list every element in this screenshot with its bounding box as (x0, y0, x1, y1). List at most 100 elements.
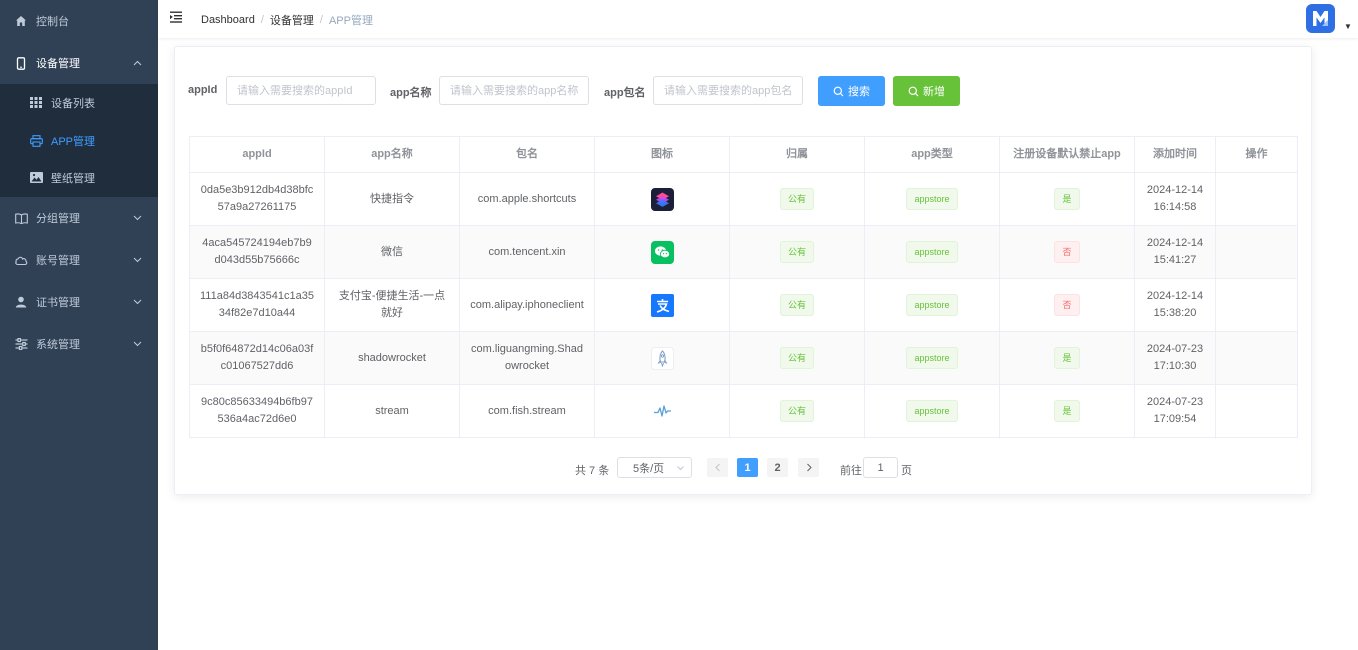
forbid-cell: 是 (999, 172, 1135, 226)
app-package-search-input[interactable] (653, 76, 803, 105)
add-time-cell: 2024-12-14 15:41:27 (1134, 225, 1216, 279)
sidebar-item-label: APP管理 (51, 135, 96, 148)
sidebar: 控制台 设备管理 设备列表 APP管理 壁纸管理 分组管理 账号管理 证书管理 … (0, 0, 158, 650)
app-type-cell: appstore (864, 172, 1000, 226)
app-name-label: app名称 (390, 87, 432, 99)
actions-cell (1215, 172, 1298, 226)
page-2-button[interactable]: 2 (767, 458, 788, 477)
sidebar-item-certificate-management[interactable]: 证书管理 (0, 281, 158, 323)
owner-tag: 公有 (779, 347, 814, 369)
next-page-button[interactable] (798, 458, 819, 477)
chevron-down-icon (676, 462, 685, 477)
owner-cell: 公有 (729, 225, 865, 279)
appid-cell: 111a84d3843541c1a3534f82e7d10a44 (189, 278, 325, 332)
forbid-cell: 否 (999, 278, 1135, 332)
column-header-default-forbid: 注册设备默认禁止app (999, 136, 1135, 173)
sidebar-item-device-list[interactable]: 设备列表 (0, 84, 158, 121)
sidebar-item-account-management[interactable]: 账号管理 (0, 239, 158, 281)
icon-cell (594, 225, 730, 279)
forbid-cell: 是 (999, 384, 1135, 438)
page-1-button[interactable]: 1 (737, 458, 758, 477)
icon-cell (594, 172, 730, 226)
actions-cell (1215, 384, 1298, 438)
page-suffix-label: 页 (901, 465, 912, 477)
owner-cell: 公有 (729, 331, 865, 385)
actions-cell (1215, 331, 1298, 385)
column-header-icon: 图标 (594, 136, 730, 173)
chevron-down-icon (133, 296, 142, 308)
cloud-icon (14, 253, 28, 267)
app-type-cell: appstore (864, 331, 1000, 385)
table-header-row: appId app名称 包名 图标 归属 app类型 注册设备默认禁止app 添… (189, 136, 1298, 173)
appid-cell: 0da5e3b912db4d38bfc57a9a27261175 (189, 172, 325, 226)
stream-icon (651, 400, 674, 423)
page-size-select[interactable]: 5条/页 (617, 457, 692, 478)
hamburger-icon[interactable] (170, 11, 184, 25)
column-header-package: 包名 (459, 136, 595, 173)
user-icon (14, 295, 28, 309)
chevron-down-icon (133, 212, 142, 224)
app-name-search-input[interactable] (439, 76, 589, 105)
package-cell: com.tencent.xin (459, 225, 595, 279)
shortcuts-icon (650, 187, 674, 211)
breadcrumb-dashboard[interactable]: Dashboard (201, 14, 255, 26)
column-header-appid: appId (189, 136, 325, 173)
sidebar-item-app-management[interactable]: APP管理 (0, 122, 158, 159)
sidebar-item-label: 设备列表 (51, 97, 95, 110)
appid-search-input[interactable] (226, 76, 376, 105)
sidebar-item-label: 系统管理 (36, 339, 80, 351)
table-row: b5f0f64872d14c06a03fc01067527dd6 shadowr… (189, 331, 1298, 385)
app-name-cell: 微信 (324, 225, 460, 279)
app-name-cell: 支付宝-便捷生活-一点就好 (324, 278, 460, 332)
sidebar-item-wallpaper-management[interactable]: 壁纸管理 (0, 159, 158, 196)
add-button[interactable]: 新增 (893, 76, 960, 106)
forbid-cell: 是 (999, 331, 1135, 385)
grid-icon (29, 96, 43, 110)
column-header-add-time: 添加时间 (1134, 136, 1216, 173)
sidebar-item-dashboard[interactable]: 控制台 (0, 0, 158, 42)
top-navbar: Dashboard / 设备管理 / APP管理 ▼ (158, 0, 1358, 38)
app-type-tag: appstore (906, 400, 958, 422)
sidebar-item-label: 账号管理 (36, 255, 80, 267)
breadcrumb: Dashboard / 设备管理 / APP管理 (201, 12, 373, 28)
search-button[interactable]: 搜索 (818, 76, 885, 106)
forbid-tag: 否 (1054, 294, 1080, 316)
breadcrumb-separator: / (260, 14, 264, 26)
owner-tag: 公有 (779, 294, 814, 316)
caret-down-icon[interactable]: ▼ (1344, 22, 1352, 31)
sidebar-item-system-management[interactable]: 系统管理 (0, 323, 158, 365)
phone-icon (14, 56, 28, 70)
forbid-tag: 是 (1054, 188, 1080, 210)
forbid-tag: 是 (1054, 347, 1080, 369)
app-name-cell: stream (324, 384, 460, 438)
owner-tag: 公有 (779, 400, 814, 422)
sidebar-item-group-management[interactable]: 分组管理 (0, 197, 158, 239)
search-button-label: 搜索 (848, 86, 870, 98)
sliders-icon (14, 337, 28, 351)
app-name-cell: 快捷指令 (324, 172, 460, 226)
column-header-app-name: app名称 (324, 136, 460, 173)
owner-cell: 公有 (729, 172, 865, 226)
goto-page-input[interactable] (863, 457, 898, 478)
chevron-down-icon (133, 338, 142, 350)
owner-tag: 公有 (779, 188, 814, 210)
chevron-right-icon (806, 463, 812, 472)
add-time-cell: 2024-12-14 15:38:20 (1134, 278, 1216, 332)
table-row: 0da5e3b912db4d38bfc57a9a27261175 快捷指令 co… (189, 172, 1298, 226)
picture-icon (29, 171, 43, 185)
sidebar-item-device-management[interactable]: 设备管理 (0, 42, 158, 84)
app-type-cell: appstore (864, 384, 1000, 438)
prev-page-button[interactable] (707, 458, 728, 477)
breadcrumb-separator: / (319, 14, 323, 26)
breadcrumb-device-management[interactable]: 设备管理 (270, 12, 314, 28)
icon-cell (594, 331, 730, 385)
add-button-label: 新增 (923, 86, 945, 98)
chevron-left-icon (714, 463, 720, 472)
add-time-cell: 2024-07-23 17:10:30 (1134, 331, 1216, 385)
appid-cell: 9c80c85633494b6fb97536a4ac72d6e0 (189, 384, 325, 438)
forbid-tag: 否 (1054, 241, 1080, 263)
app-name-cell: shadowrocket (324, 331, 460, 385)
avatar[interactable] (1306, 4, 1335, 33)
owner-cell: 公有 (729, 278, 865, 332)
app-type-tag: appstore (906, 188, 958, 210)
